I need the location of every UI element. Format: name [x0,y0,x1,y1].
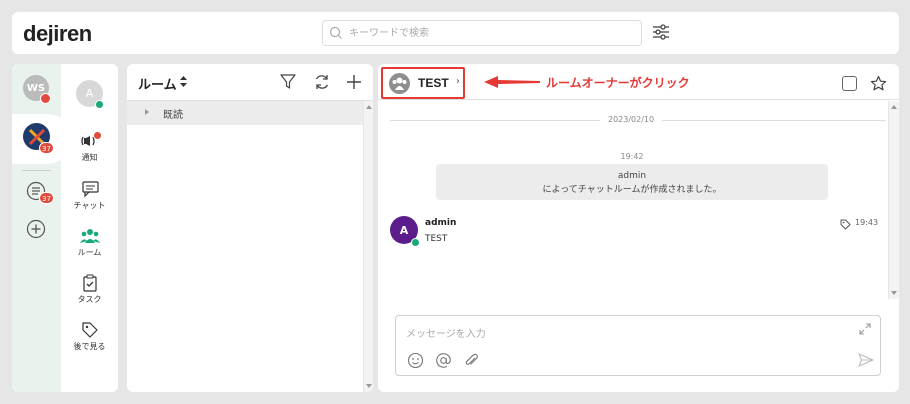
nav-watch-later[interactable]: 後で見る [61,321,118,352]
chat-panel: TEST › ルームオーナーがクリック 2023/02/10 19:42 adm… [378,64,899,392]
room-list-title: ルーム [138,78,177,93]
scroll-up-icon[interactable] [366,105,372,109]
select-checkbox[interactable] [842,76,857,91]
app-logo[interactable]: dejiren [23,21,92,47]
room-group-read[interactable]: 既読 [127,101,363,125]
nav-notifications[interactable]: 通知 [61,132,118,163]
sort-icon[interactable] [180,76,187,87]
expand-triangle-icon[interactable] [145,109,149,115]
search-icon [329,26,342,39]
nav-tasks[interactable]: タスク [61,274,118,305]
tag-icon [81,322,98,338]
system-message: admin によってチャットルームが作成されました。 [436,164,828,200]
search-box[interactable] [322,20,642,46]
search-input[interactable] [349,25,629,41]
message-avatar-initial: A [399,223,409,237]
attachment-icon[interactable] [463,352,480,369]
room-title-button[interactable]: TEST › [381,67,465,99]
system-message-user: admin [617,171,647,181]
chat-icon [81,181,99,198]
chevron-right-icon: › [456,76,460,87]
message-input[interactable] [406,326,826,342]
user-initial: A [85,87,94,100]
chat-header: TEST › ルームオーナーがクリック [378,64,899,100]
nav-label-watch-later: 後で見る [73,342,106,351]
top-header: dejiren [12,12,899,54]
annotation-arrow-icon [484,76,540,88]
expand-icon[interactable] [858,322,872,336]
nav-chat[interactable]: チャット [61,180,118,211]
refresh-icon[interactable] [313,73,331,91]
system-message-text: によってチャットルームが作成されました。 [542,185,722,195]
list-badge: 37 [39,192,54,204]
task-icon [82,274,97,292]
emoji-icon[interactable] [407,352,424,369]
filter-settings-icon[interactable] [652,24,670,40]
scroll-down-icon[interactable] [891,291,897,295]
add-room-icon[interactable] [345,73,363,91]
filter-icon[interactable] [279,73,297,91]
scroll-down-icon[interactable] [366,384,372,388]
message-time: 19:43 [855,218,879,227]
chat-scrollbar[interactable] [888,101,899,299]
annotation-text: ルームオーナーがクリック [546,76,690,90]
room-name: TEST [418,76,449,90]
add-workspace-icon[interactable] [26,219,46,239]
notification-dot [40,93,51,104]
message-text: TEST [425,234,448,244]
system-message-time: 19:42 [620,152,644,161]
scroll-up-icon[interactable] [891,105,897,109]
online-status-dot [411,238,420,247]
online-status-dot [95,100,104,109]
nav-label-tasks: タスク [77,295,102,304]
mention-icon[interactable] [435,352,452,369]
left-rail: WS 37 37 A 通知 チャット ルーム タスク 後で見る [12,64,118,392]
nav-rooms[interactable]: ルーム [61,227,118,258]
workspace-initials: WS [26,82,46,94]
room-list-panel: ルーム 既読 [127,64,373,392]
room-list-scrollbar[interactable] [363,101,373,392]
nav-label-notifications: 通知 [81,153,98,162]
notification-dot [93,131,102,140]
room-group-name: 既読 [163,110,183,121]
group-icon [392,77,407,90]
rail-divider [22,170,51,171]
nav-label-rooms: ルーム [77,248,102,257]
nav-label-chat: チャット [73,201,106,210]
room-icon [79,229,100,243]
star-icon[interactable] [870,75,887,92]
tag-icon[interactable] [840,219,851,230]
message-author[interactable]: admin [425,218,456,228]
room-avatar [389,73,410,94]
date-label: 2023/02/10 [600,115,663,124]
message-composer [395,315,881,376]
send-icon[interactable] [858,352,874,368]
workspace-badge: 37 [39,142,54,154]
